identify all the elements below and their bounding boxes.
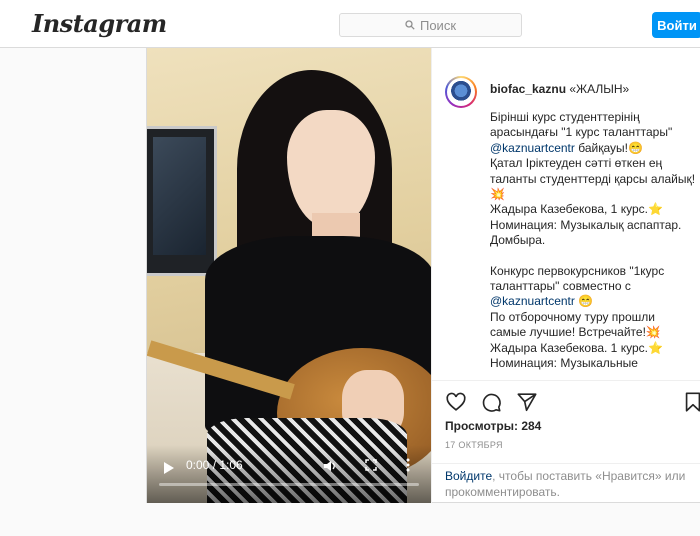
heart-icon[interactable]: [445, 391, 467, 413]
bookmark-icon[interactable]: [682, 391, 700, 413]
caption-line: @kaznuartcentr байқауы!😁: [490, 141, 700, 156]
top-bar: Instagram Поиск Войти: [0, 0, 700, 48]
video-progress-bar[interactable]: [159, 483, 419, 486]
post-actions: Просмотры: 284 17 ОКТЯБРЯ Войдите, чтобы…: [432, 380, 700, 503]
comment-icon[interactable]: [480, 391, 502, 413]
caption-line: @kaznuartcentr 😁: [490, 294, 700, 309]
search-placeholder: Поиск: [419, 17, 457, 33]
mention-link[interactable]: @kaznuartcentr: [490, 294, 575, 308]
caption-line: Номинация: Музыкалық аспаптар.: [490, 217, 682, 232]
caption-line: таланттары" совместно с: [490, 279, 631, 294]
post-card: 0:00 / 1:06 biofac_kaznu «ЖАЛЫН» Бірінші…: [146, 48, 700, 503]
caption-line: Жадыра Казебекова. 1 курс.⭐: [490, 340, 663, 355]
avatar[interactable]: [445, 76, 477, 108]
login-prompt: Войдите, чтобы поставить «Нравится» или …: [432, 463, 700, 504]
post-sidebar: biofac_kaznu «ЖАЛЫН» Бірінші курс студен…: [431, 48, 700, 503]
post-date[interactable]: 17 ОКТЯБРЯ: [445, 440, 503, 450]
caption-line: 💥: [490, 187, 505, 202]
video-controls: 0:00 / 1:06: [147, 445, 431, 503]
caption-line: Қатал Іріктеуден сәтті өткен ең: [490, 156, 663, 171]
more-options-icon[interactable]: [405, 457, 411, 473]
play-icon[interactable]: [164, 462, 174, 474]
mention-link[interactable]: @kaznuartcentr: [490, 141, 575, 155]
share-icon[interactable]: [516, 391, 538, 413]
caption-line: Номинация: Музыкальные: [490, 356, 638, 371]
post-author: biofac_kaznu «ЖАЛЫН»: [490, 82, 629, 96]
login-button[interactable]: Войти: [652, 12, 700, 38]
fullscreen-icon[interactable]: [365, 459, 377, 471]
caption-text: 😁: [574, 294, 594, 309]
instagram-logo[interactable]: Instagram: [32, 9, 167, 38]
caption-line: самые лучшие! Встречайте!💥: [490, 325, 661, 340]
caption-line: Жадыра Казебекова, 1 курс.⭐: [490, 202, 663, 217]
caption-line: арасындағы "1 курс таланттары": [490, 125, 673, 140]
post-caption: Бірінші курс студенттерінің арасындағы "…: [490, 110, 700, 372]
caption-line: Конкурс первокурсников "1курс: [490, 263, 665, 278]
volume-icon[interactable]: [323, 459, 337, 473]
caption-line: Домбыра.: [490, 233, 546, 248]
location-tag: «ЖАЛЫН»: [569, 82, 630, 96]
views-count: Просмотры: 284: [445, 419, 542, 433]
video-player[interactable]: 0:00 / 1:06: [147, 48, 431, 503]
caption-line: По отборочному туру прошли: [490, 309, 655, 324]
avatar-image: [447, 78, 475, 106]
search-icon: [405, 20, 415, 30]
caption-line: таланты студенттерді қарсы алайық!: [490, 171, 696, 186]
caption-line: Бірінші курс студенттерінің: [490, 110, 640, 124]
video-time: 0:00 / 1:06: [186, 458, 243, 472]
username-link[interactable]: biofac_kaznu: [490, 82, 566, 96]
video-frame-monitor: [147, 126, 217, 276]
caption-text: байқауы!😁: [574, 140, 643, 155]
login-link[interactable]: Войдите: [445, 469, 492, 483]
search-input[interactable]: Поиск: [339, 13, 522, 37]
